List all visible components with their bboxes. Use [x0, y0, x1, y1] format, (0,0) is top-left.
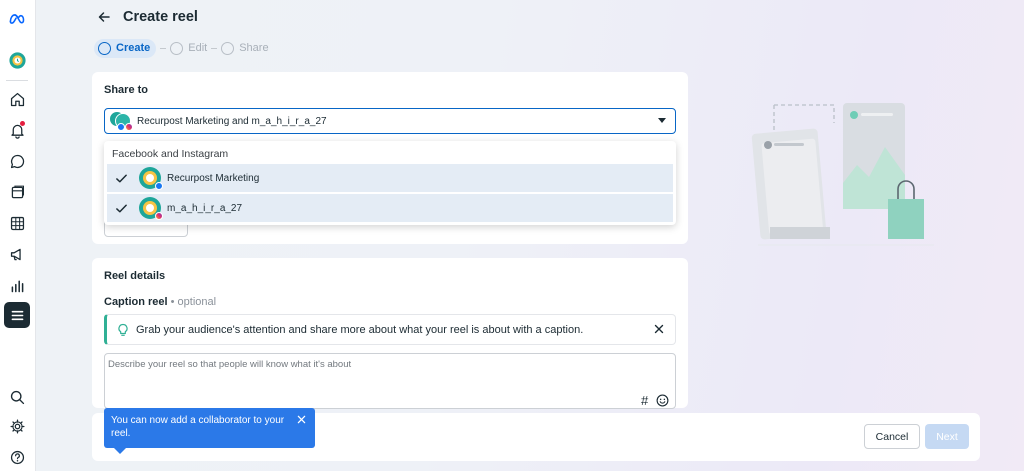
facebook-account-avatar — [139, 167, 163, 190]
meta-logo-icon[interactable] — [4, 5, 30, 31]
profile-avatar[interactable] — [4, 47, 30, 73]
step-share: Share — [221, 41, 269, 55]
option-recurpost-marketing[interactable]: Recurpost Marketing — [107, 164, 673, 192]
reel-details-title: Reel details — [104, 270, 166, 282]
pages-icon[interactable] — [4, 179, 30, 205]
caption-field — [104, 353, 676, 409]
gear-icon[interactable] — [4, 413, 30, 439]
account-avatars — [109, 111, 133, 131]
caret-down-icon — [658, 118, 666, 123]
step-label: Edit — [188, 42, 208, 54]
step-indicator-icon — [170, 41, 184, 55]
step-edit: Edit — [170, 41, 208, 55]
collaborator-toast: You can now add a collaborator to your r… — [104, 408, 315, 454]
notification-dot — [20, 121, 25, 126]
dropdown-group-label: Facebook and Instagram — [112, 148, 229, 160]
insights-icon[interactable] — [4, 272, 30, 298]
lightbulb-icon — [118, 323, 128, 336]
megaphone-icon[interactable] — [4, 241, 30, 267]
caption-optional-label: • optional — [170, 296, 217, 308]
table-icon[interactable] — [4, 210, 30, 236]
share-to-selected: Recurpost Marketing and m_a_h_i_r_a_27 — [137, 115, 327, 127]
share-to-title: Share to — [104, 84, 149, 96]
step-label: Share — [239, 42, 269, 54]
caption-tip-banner: Grab your audience's attention and share… — [104, 314, 676, 345]
hashtag-button[interactable]: # — [641, 393, 648, 408]
toast-text: You can now add a collaborator to your r… — [111, 415, 285, 439]
share-to-dropdown[interactable]: Recurpost Marketing and m_a_h_i_r_a_27 — [104, 108, 676, 134]
instagram-badge-icon — [155, 212, 163, 220]
back-arrow-icon[interactable] — [96, 9, 112, 25]
share-to-menu: Facebook and Instagram Recurpost Marketi… — [104, 141, 676, 225]
caption-input[interactable] — [106, 355, 646, 385]
step-label: Create — [116, 42, 151, 54]
option-label: Recurpost Marketing — [167, 172, 260, 184]
caption-label-row: Caption reel • optional — [104, 296, 216, 308]
checkmark-icon[interactable] — [113, 200, 129, 216]
facebook-badge-icon — [117, 123, 125, 131]
close-icon[interactable] — [653, 323, 665, 335]
checkmark-icon[interactable] — [113, 170, 129, 186]
search-icon[interactable] — [4, 384, 30, 410]
instagram-account-avatar — [139, 197, 163, 220]
close-icon[interactable] — [297, 415, 306, 424]
caption-tip-text: Grab your audience's attention and share… — [136, 323, 584, 336]
rail-divider — [6, 80, 28, 81]
emoji-icon[interactable] — [656, 394, 669, 407]
cancel-button[interactable]: Cancel — [864, 424, 920, 449]
option-mahira-27[interactable]: m_a_h_i_r_a_27 — [107, 194, 673, 222]
bell-icon[interactable] — [4, 117, 30, 143]
home-icon[interactable] — [4, 86, 30, 112]
facebook-badge-icon — [155, 182, 163, 190]
next-button[interactable]: Next — [925, 424, 969, 449]
left-navigation-rail — [0, 0, 36, 471]
chat-icon[interactable] — [4, 148, 30, 174]
page-title: Create reel — [123, 9, 198, 25]
step-create[interactable]: Create — [94, 38, 157, 58]
step-indicator-icon — [98, 41, 111, 55]
step-connector — [160, 47, 167, 49]
reel-illustration — [751, 103, 934, 246]
instagram-badge-icon — [125, 123, 133, 131]
option-label: m_a_h_i_r_a_27 — [167, 202, 243, 214]
step-indicator-icon — [221, 41, 235, 55]
menu-icon[interactable] — [4, 302, 30, 328]
step-progress: Create Edit Share — [94, 38, 269, 58]
caption-label: Caption reel — [104, 296, 168, 308]
help-icon[interactable] — [4, 444, 30, 470]
step-connector — [211, 47, 218, 49]
